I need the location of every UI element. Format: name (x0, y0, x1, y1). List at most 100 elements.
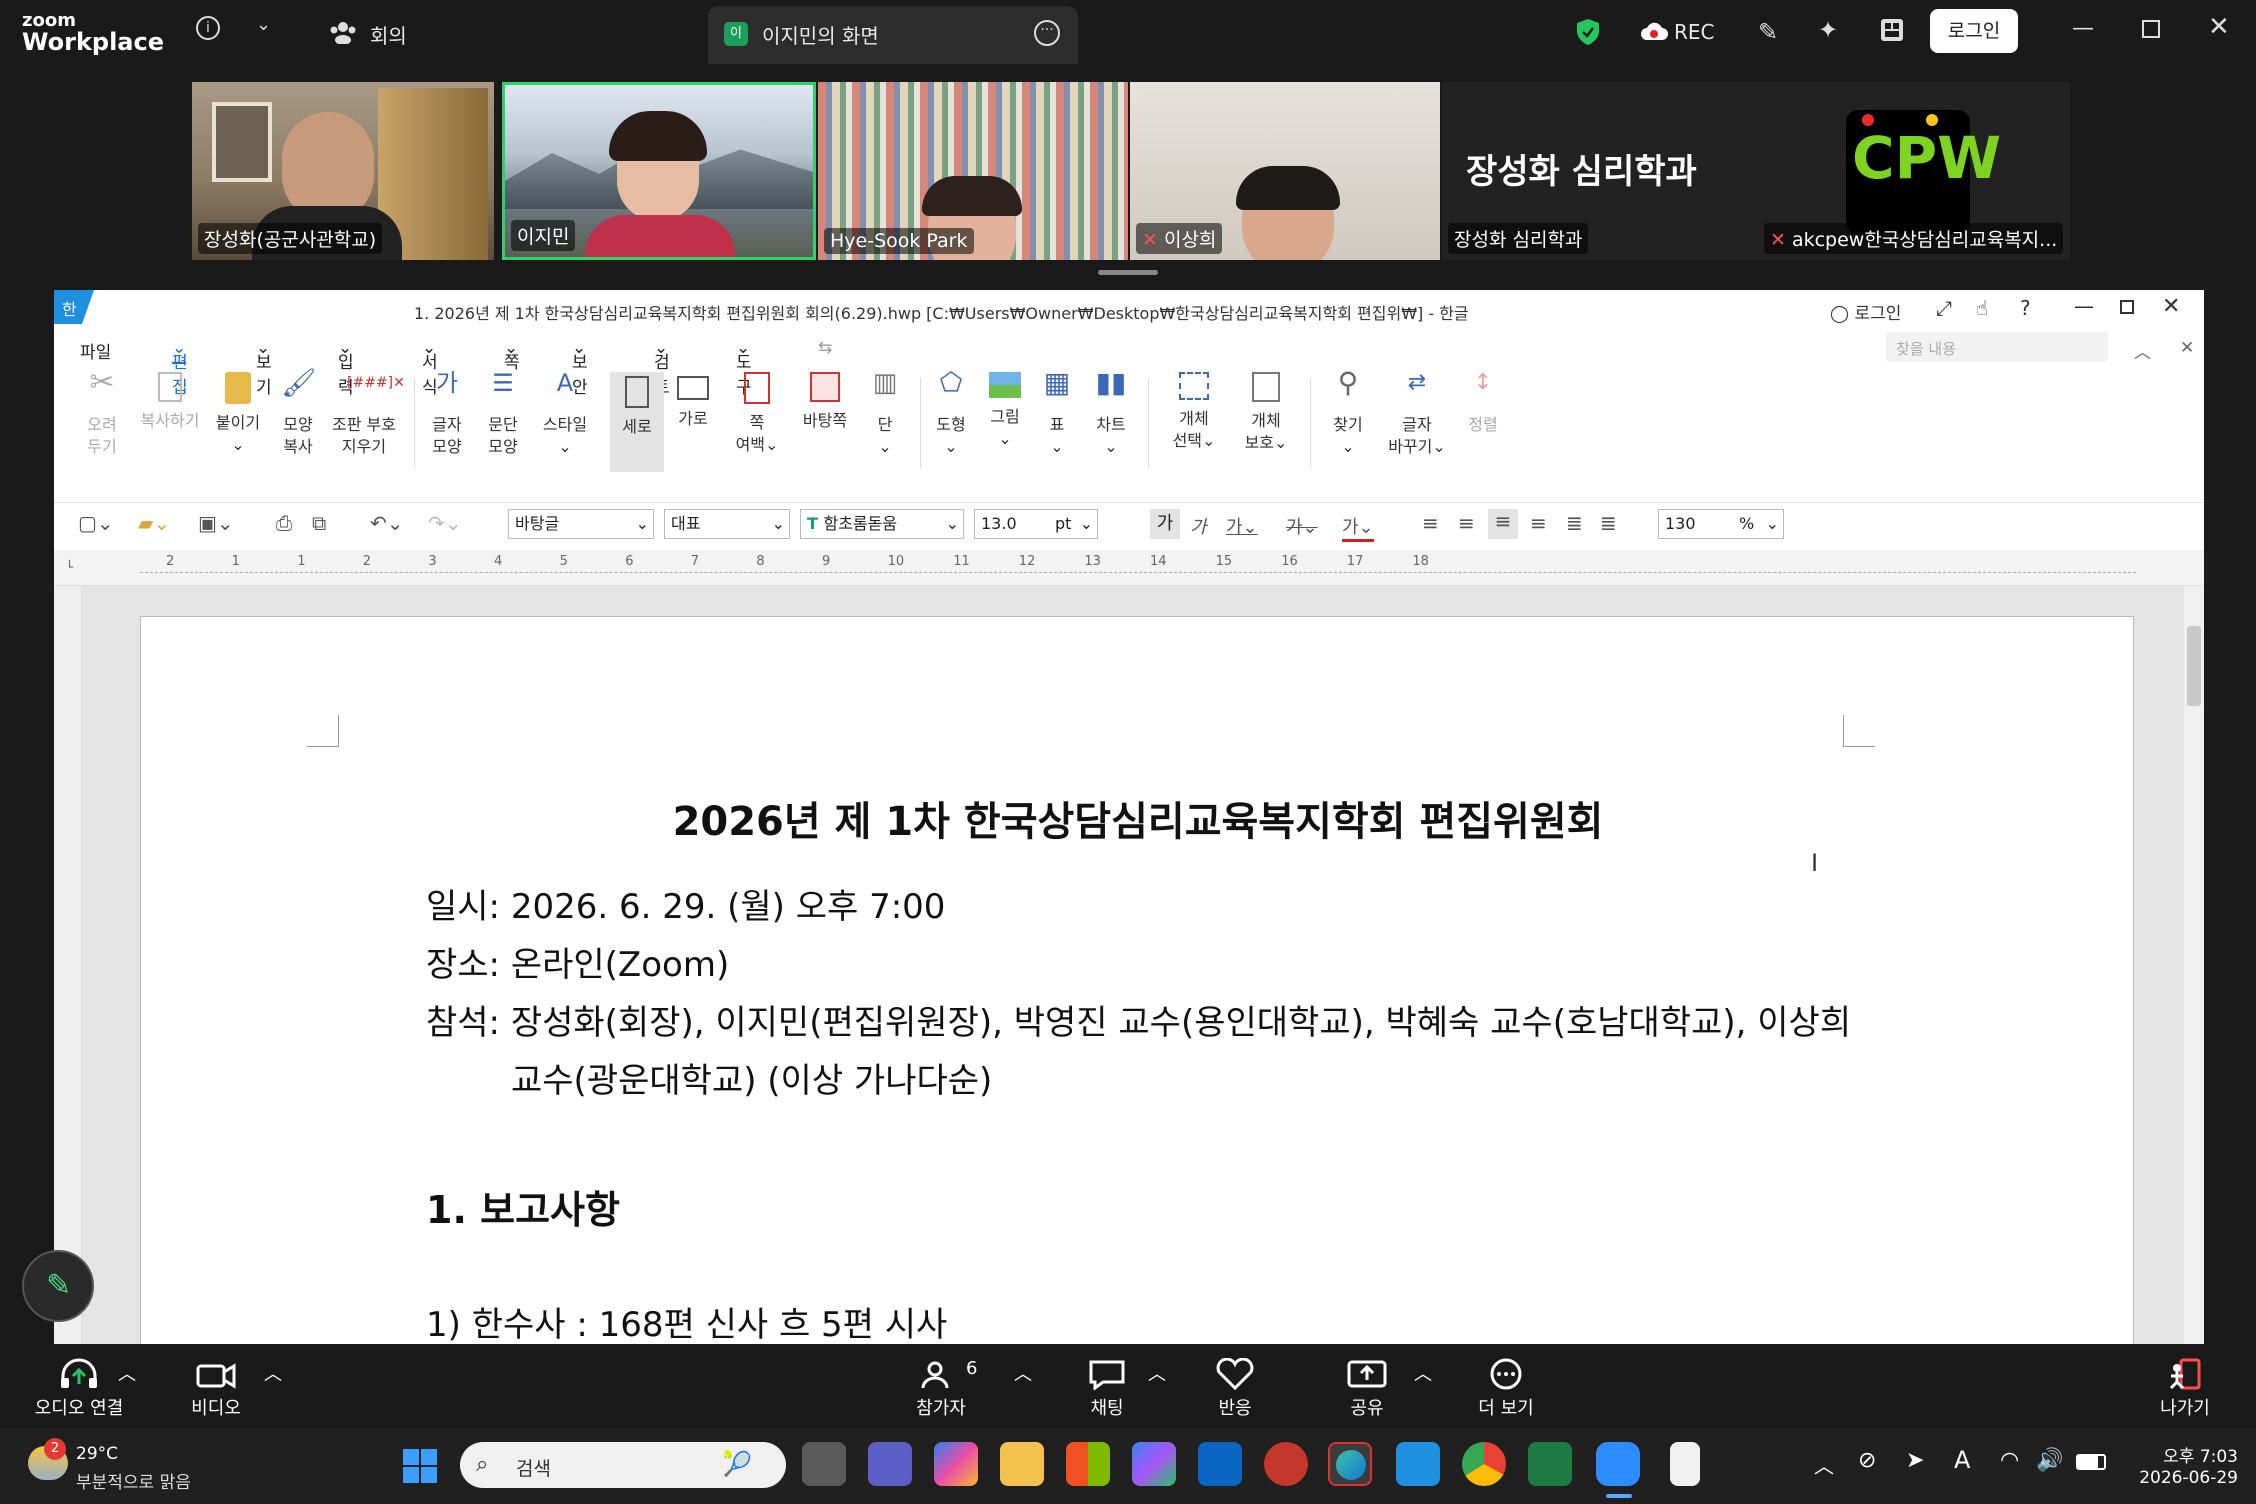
video-options-icon[interactable]: ︿ (264, 1360, 282, 1386)
menu-view[interactable]: 보기 ⌄ (256, 338, 272, 398)
document-icon[interactable] (1670, 1442, 1700, 1486)
participants-options-icon[interactable]: ︿ (1014, 1360, 1032, 1386)
char-shape-button[interactable]: 가 글자 모양 (420, 371, 474, 458)
touch-icon[interactable]: ☝ (1976, 296, 1988, 320)
chart-button[interactable]: ▮▮ 차트 ⌄ (1084, 369, 1138, 458)
vertical-scrollbar[interactable] (2184, 586, 2204, 1344)
chevron-down-icon[interactable]: ⌄ (256, 14, 271, 35)
scrollbar-thumb[interactable] (2187, 626, 2201, 706)
style-button[interactable]: A 스타일 ⌄ (532, 371, 598, 458)
tab-type-icon[interactable]: └ (66, 560, 73, 574)
ai-companion-icon[interactable]: ✦ (1818, 16, 1838, 44)
tray-overflow-icon[interactable]: ︿ (1814, 1450, 1834, 1479)
edge-icon[interactable] (1328, 1442, 1372, 1486)
video-tile-2[interactable]: 이지민 (502, 82, 816, 260)
restore-icon[interactable] (2142, 20, 2160, 38)
format-painter-button[interactable]: 🖌 모양 복사 (270, 369, 326, 458)
cloud-record-icon[interactable] (1640, 20, 1668, 46)
distribute-icon[interactable]: ≣ (1566, 511, 1583, 535)
find-button[interactable]: ⚲ 찾기 ⌄ (1320, 369, 1376, 458)
volume-icon[interactable]: 🔊 (2036, 1448, 2063, 1473)
location-icon[interactable]: ➤ (1906, 1448, 1924, 1473)
align-justify-icon[interactable]: ≡ (1422, 511, 1439, 535)
chrome-icon[interactable] (1462, 1442, 1506, 1486)
leave-button[interactable]: 나가기 (2150, 1358, 2220, 1420)
powerpoint-icon[interactable] (1264, 1442, 1308, 1486)
ime-icon[interactable]: A (1954, 1446, 1970, 1474)
menu-format[interactable]: 서식 ⌄ (422, 338, 438, 398)
react-button[interactable]: 반응 (1200, 1358, 1270, 1420)
apps-icon[interactable] (1880, 18, 1904, 46)
shape-button[interactable]: ⬠ 도형 ⌄ (924, 370, 978, 458)
taskbar-date[interactable]: 2026-06-29 (2130, 1468, 2238, 1488)
replace-button[interactable]: ⇄ 글자 바꾸기⌄ (1382, 372, 1452, 458)
divide-icon[interactable]: ≣ (1600, 511, 1617, 535)
para-shape-button[interactable]: ☰ 문단 모양 (476, 371, 530, 458)
wifi-icon[interactable]: ◠ (2000, 1448, 2019, 1473)
align-right-icon[interactable]: ≡ (1530, 511, 1547, 535)
char-style-button[interactable]: 가 (1150, 509, 1180, 539)
audio-options-icon[interactable]: ︿ (118, 1360, 136, 1386)
weather-desc[interactable]: 부분적으로 맑음 (76, 1468, 191, 1493)
outlook-icon[interactable] (1198, 1442, 1242, 1486)
zoom-login-button[interactable]: 로그인 (1930, 9, 2018, 53)
battery-icon[interactable] (2076, 1454, 2106, 1470)
copilot-icon[interactable] (934, 1442, 978, 1486)
strip-resize-handle[interactable] (1098, 270, 1158, 275)
save-icon[interactable]: ▣⌄ (198, 511, 234, 535)
help-icon[interactable]: ? (2020, 296, 2031, 320)
hwp-minimize-icon[interactable]: — (2074, 294, 2094, 318)
m365-icon[interactable] (1132, 1442, 1176, 1486)
meeting-label[interactable]: 회의 (370, 20, 407, 49)
collapse-ribbon-icon[interactable]: ︿ (2134, 338, 2151, 363)
picture-button[interactable]: 그림 ⌄ (978, 372, 1032, 450)
menu-page[interactable]: 쪽 ⌄ (504, 338, 520, 373)
weather-temp[interactable]: 29°C (76, 1444, 118, 1464)
ms-store-icon[interactable] (1066, 1442, 1110, 1486)
more-options-icon[interactable]: ··· (1034, 20, 1060, 46)
master-page-button[interactable]: 바탕쪽 (792, 372, 858, 432)
excel-icon[interactable] (1528, 1442, 1572, 1486)
sort-button[interactable]: ↕ 정렬 (1458, 372, 1508, 436)
language-select[interactable]: 대표 ⌄ (664, 509, 790, 539)
annotate-icon[interactable]: ✎ (1758, 18, 1778, 46)
menu-security[interactable]: 보안 ⌄ (572, 338, 588, 398)
menu-more-icon[interactable]: ⇆ (818, 338, 832, 358)
video-tile-5[interactable]: 장성화 심리학과 장성화 심리학과 (1442, 82, 1758, 260)
clear-markup-button[interactable]: [###]✕ 조판 부호 지우기 (324, 372, 405, 458)
share-options-icon[interactable]: ︿ (1414, 1360, 1432, 1386)
menu-review[interactable]: 검토 ⌄ (654, 338, 670, 398)
portrait-button[interactable]: 세로 (610, 372, 664, 472)
teams-icon[interactable] (868, 1442, 912, 1486)
windows-start-icon[interactable] (402, 1448, 438, 1484)
font-select[interactable]: T 함초롬돋움 ⌄ (800, 509, 964, 539)
align-left-icon[interactable]: ≡ (1458, 511, 1475, 535)
info-icon[interactable]: i (196, 16, 220, 40)
open-folder-icon[interactable]: ▰⌄ (138, 511, 170, 535)
hwp-login[interactable]: ◯ 로그인 (1830, 299, 1901, 324)
font-color-button[interactable]: 가⌄ (1342, 513, 1374, 542)
video-tile-3[interactable]: Hye-Sook Park (818, 82, 1128, 260)
shield-icon[interactable] (1576, 18, 1600, 50)
zoom-taskbar-icon[interactable] (1596, 1442, 1640, 1486)
print-icon[interactable]: ⎙ (276, 511, 292, 535)
search-input[interactable]: 찾을 내용 (1886, 332, 2108, 362)
taskbar-search[interactable]: ⌕ 검색 🎾 (460, 1442, 786, 1488)
hwp-restore-icon[interactable] (2120, 300, 2134, 314)
redo-icon[interactable]: ↷⌄ (428, 511, 462, 535)
chat-button[interactable]: 채팅 (1072, 1358, 1142, 1420)
columns-button[interactable]: ▥ 단 ⌄ (860, 370, 910, 458)
align-center-icon[interactable]: ≡ (1488, 509, 1518, 539)
close-icon[interactable]: ✕ (2208, 12, 2230, 42)
menu-insert[interactable]: 입력 ⌄ (338, 338, 354, 398)
hwp-close-icon[interactable]: ✕ (2162, 294, 2180, 319)
table-button[interactable]: ▦ 표 ⌄ (1032, 369, 1082, 458)
italic-button[interactable]: 가 (1190, 513, 1207, 539)
file-explorer-icon[interactable] (1000, 1442, 1044, 1486)
chat-options-icon[interactable]: ︿ (1148, 1360, 1166, 1386)
undo-icon[interactable]: ↶⌄ (370, 511, 404, 535)
strikethrough-button[interactable]: 가⌄ (1286, 513, 1318, 539)
zoom-input[interactable]: 130% ⌄ (1658, 509, 1784, 539)
menu-tools[interactable]: 도구 ⌄ (736, 338, 752, 398)
close-search-icon[interactable]: ✕ (2180, 338, 2194, 358)
